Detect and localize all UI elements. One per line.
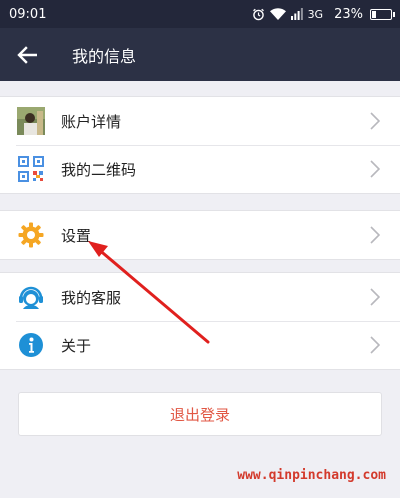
menu-label: 设置 (61, 226, 92, 245)
menu-item-account-details[interactable]: 账户详情 (0, 97, 400, 145)
chevron-right-icon (368, 335, 382, 355)
gear-icon (17, 221, 45, 249)
chevron-right-icon (368, 287, 382, 307)
chevron-right-icon (368, 225, 382, 245)
back-button[interactable] (0, 28, 54, 81)
page-title: 我的信息 (72, 46, 137, 66)
arrow-left-icon (17, 45, 37, 64)
signal-icon (290, 8, 303, 20)
menu-label: 我的客服 (61, 288, 122, 307)
app-bar: 我的信息 (0, 28, 400, 81)
avatar (17, 107, 45, 135)
battery-icon (370, 8, 395, 20)
menu-label: 我的二维码 (61, 160, 137, 179)
customer-service-icon (17, 283, 45, 311)
account-group: 账户详情 我的二维码 (0, 96, 400, 194)
menu-item-about[interactable]: 关于 (0, 321, 400, 369)
status-time: 09:01 (9, 6, 47, 22)
alarm-icon (252, 8, 265, 21)
battery-percent: 23% (334, 6, 363, 22)
settings-group: 设置 (0, 210, 400, 260)
wifi-icon (269, 8, 286, 20)
logout-button[interactable]: 退出登录 (18, 392, 382, 436)
menu-label: 账户详情 (61, 112, 122, 131)
info-icon (17, 331, 45, 359)
qr-code-icon (17, 155, 45, 183)
status-indicators: 3G 23% (252, 6, 395, 22)
chevron-right-icon (368, 111, 382, 131)
watermark: www.qinpinchang.com (237, 468, 386, 483)
menu-item-qr-code[interactable]: 我的二维码 (0, 145, 400, 193)
menu-item-settings[interactable]: 设置 (0, 211, 400, 259)
support-group: 我的客服 关于 (0, 272, 400, 370)
menu-item-customer-service[interactable]: 我的客服 (0, 273, 400, 321)
menu-label: 关于 (61, 336, 92, 355)
chevron-right-icon (368, 159, 382, 179)
network-type: 3G (307, 7, 324, 21)
status-bar: 09:01 3G 23% (0, 0, 400, 28)
